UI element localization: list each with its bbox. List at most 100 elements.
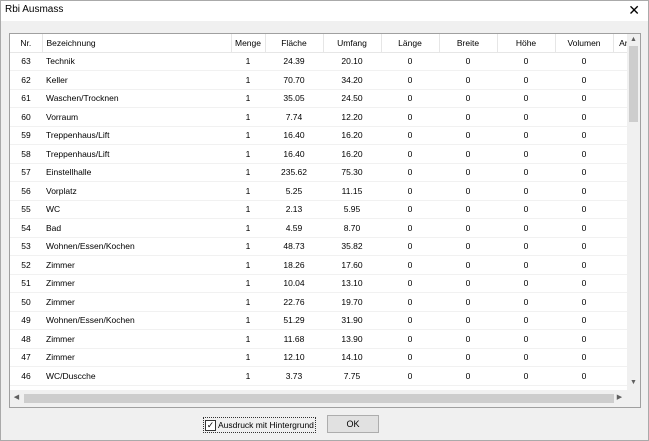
cell-laenge: 0 <box>381 311 439 330</box>
cell-bezeichnung: Vorraum <box>42 107 231 127</box>
table-row[interactable]: 60Vorraum17.7412.200000+ <box>10 107 627 127</box>
table-row[interactable]: 53Wohnen/Essen/Kochen148.7335.820000+ <box>10 237 627 256</box>
cell-menge: 1 <box>231 70 265 90</box>
column-header-art[interactable]: Art <box>613 34 627 53</box>
cell-nr: 46 <box>10 366 42 386</box>
cell-art: + <box>613 311 627 330</box>
cell-menge: 1 <box>231 255 265 275</box>
table-row[interactable]: 55WC12.135.950000+ <box>10 200 627 219</box>
horizontal-scroll-thumb[interactable] <box>24 394 614 403</box>
cell-art: + <box>613 52 627 71</box>
column-header-umfang[interactable]: Umfang <box>323 34 382 53</box>
cell-hoehe: 0 <box>497 329 555 349</box>
cell-laenge: 0 <box>381 144 439 164</box>
table-row[interactable]: 47Zimmer112.1014.100000+ <box>10 348 627 367</box>
cell-bezeichnung: Wohnen/Essen/Kochen <box>42 237 231 256</box>
column-header-bezeichnung[interactable]: Bezeichnung <box>42 34 232 53</box>
cell-art: + <box>613 237 627 256</box>
cell-art: + <box>613 274 627 293</box>
column-header-breite[interactable]: Breite <box>439 34 498 53</box>
cell-breite: 0 <box>439 163 497 182</box>
scrollbar-corner <box>627 390 640 407</box>
table-row[interactable]: 63Technik124.3920.100000+ <box>10 52 627 71</box>
cell-bezeichnung: Einstellhalle <box>42 163 231 182</box>
cell-menge: 1 <box>231 311 265 330</box>
cell-umfang: 35.82 <box>323 237 381 256</box>
cell-hoehe: 0 <box>497 70 555 90</box>
table-row[interactable]: 52Zimmer118.2617.600000+ <box>10 255 627 275</box>
cell-art: + <box>613 126 627 145</box>
table-row[interactable]: 57Einstellhalle1235.6275.300000+ <box>10 163 627 182</box>
cell-menge: 1 <box>231 126 265 145</box>
cell-breite: 0 <box>439 311 497 330</box>
cell-breite: 0 <box>439 107 497 127</box>
cell-flaeche: 10.04 <box>265 274 323 293</box>
table-row[interactable]: 46WC/Duscche13.737.750000+ <box>10 366 627 386</box>
cell-breite: 0 <box>439 237 497 256</box>
table-row[interactable]: 50Zimmer122.7619.700000+ <box>10 292 627 312</box>
table-row[interactable]: 62Keller170.7034.200000+ <box>10 70 627 90</box>
cell-laenge: 0 <box>381 163 439 182</box>
checkbox-check-icon[interactable]: ✓ <box>205 419 216 431</box>
cell-bezeichnung: Zimmer <box>42 292 231 312</box>
table-row[interactable]: 54Bad14.598.700000+ <box>10 218 627 238</box>
cell-umfang: 34.20 <box>323 70 381 90</box>
column-header-flaeche[interactable]: Fläche <box>265 34 324 53</box>
cell-umfang: 24.50 <box>323 89 381 108</box>
table-header-row: Nr. Bezeichnung Menge Fläche Umfang Länge Brei… <box>10 34 627 53</box>
table-row[interactable]: 56Vorplatz15.2511.150000+ <box>10 181 627 201</box>
cell-umfang: 16.20 <box>323 144 381 164</box>
ok-button[interactable]: OK <box>327 415 379 433</box>
table-row[interactable]: 58Treppenhaus/Lift116.4016.200000+ <box>10 144 627 164</box>
column-header-nr[interactable]: Nr. <box>10 34 43 53</box>
column-header-menge[interactable]: Menge <box>231 34 266 53</box>
table-row[interactable]: 49Wohnen/Essen/Kochen151.2931.900000+ <box>10 311 627 330</box>
cell-laenge: 0 <box>381 107 439 127</box>
print-background-checkbox[interactable]: ✓ Ausdruck mit Hintergrund <box>203 417 316 433</box>
cell-flaeche: 12.10 <box>265 348 323 367</box>
scroll-down-icon[interactable]: ▼ <box>629 378 638 388</box>
cell-hoehe: 0 <box>497 218 555 238</box>
cell-flaeche: 24.39 <box>265 52 323 71</box>
column-header-hoehe[interactable]: Höhe <box>497 34 556 53</box>
scroll-right-icon[interactable]: ▶ <box>615 393 624 403</box>
data-grid: Nr. Bezeichnung Menge Fläche Umfang Länge Brei… <box>9 33 641 408</box>
cell-nr: 57 <box>10 163 42 182</box>
cell-hoehe: 0 <box>497 89 555 108</box>
cell-flaeche: 3.73 <box>265 366 323 386</box>
cell-hoehe: 0 <box>497 181 555 201</box>
table-row[interactable]: 51Zimmer110.0413.100000+ <box>10 274 627 293</box>
cell-flaeche: 18.26 <box>265 255 323 275</box>
cell-nr: 50 <box>10 292 42 312</box>
horizontal-scrollbar[interactable]: ◀ ▶ <box>10 390 627 407</box>
column-header-volumen[interactable]: Volumen <box>555 34 614 53</box>
table-row[interactable]: 59Treppenhaus/Lift116.4016.200000+ <box>10 126 627 145</box>
cell-volumen: 0 <box>555 274 613 293</box>
table-row[interactable]: 48Zimmer111.6813.900000+ <box>10 329 627 349</box>
scroll-up-icon[interactable]: ▲ <box>629 35 638 45</box>
close-icon[interactable]: ✕ <box>628 2 640 18</box>
cell-umfang: 13.90 <box>323 329 381 349</box>
cell-breite: 0 <box>439 70 497 90</box>
cell-flaeche: 51.29 <box>265 311 323 330</box>
cell-hoehe: 0 <box>497 274 555 293</box>
cell-menge: 1 <box>231 52 265 71</box>
cell-bezeichnung: Zimmer <box>42 329 231 349</box>
cell-flaeche: 16.40 <box>265 126 323 145</box>
cell-hoehe: 0 <box>497 348 555 367</box>
vertical-scroll-thumb[interactable] <box>629 46 638 122</box>
cell-art: + <box>613 255 627 275</box>
cell-breite: 0 <box>439 144 497 164</box>
cell-flaeche: 70.70 <box>265 70 323 90</box>
scroll-left-icon[interactable]: ◀ <box>12 393 21 403</box>
table-row[interactable]: 61Waschen/Trocknen135.0524.500000+ <box>10 89 627 108</box>
cell-bezeichnung: Zimmer <box>42 348 231 367</box>
cell-laenge: 0 <box>381 70 439 90</box>
column-header-laenge[interactable]: Länge <box>381 34 440 53</box>
cell-volumen: 0 <box>555 181 613 201</box>
cell-breite: 0 <box>439 181 497 201</box>
vertical-scrollbar[interactable]: ▲ ▼ <box>627 34 640 390</box>
checkbox-label: Ausdruck mit Hintergrund <box>218 420 314 430</box>
cell-menge: 1 <box>231 292 265 312</box>
cell-volumen: 0 <box>555 52 613 71</box>
